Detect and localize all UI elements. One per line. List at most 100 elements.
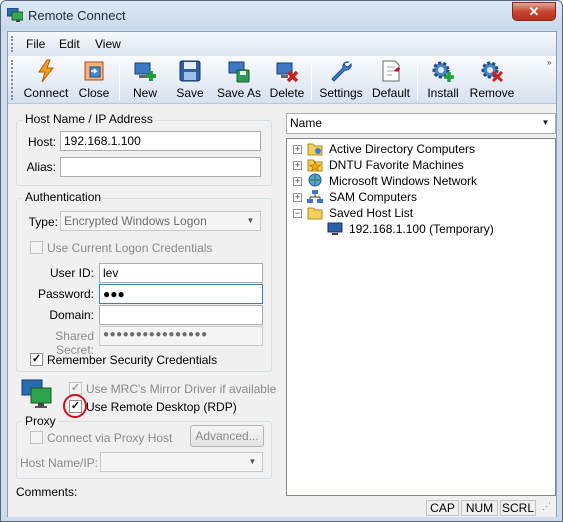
sort-value: Name bbox=[290, 116, 323, 130]
host-label: Host: bbox=[27, 135, 56, 149]
save-as-label: Save As bbox=[216, 86, 262, 100]
favorites-star-icon bbox=[307, 159, 323, 172]
toolbar-grip[interactable] bbox=[11, 60, 14, 100]
proxy-hostip-label: Host Name/IP: bbox=[19, 456, 98, 470]
remove-label: Remove bbox=[469, 86, 515, 100]
tree-item-label: 192.168.1.100 (Temporary) bbox=[349, 222, 494, 236]
proxy-hostip-select[interactable]: ▼ bbox=[100, 452, 263, 472]
new-button[interactable]: New bbox=[125, 59, 165, 103]
connect-via-proxy-checkbox[interactable] bbox=[30, 431, 43, 444]
menu-file[interactable]: File bbox=[26, 37, 45, 51]
auth-type-select[interactable]: Encrypted Windows Logon ▼ bbox=[60, 211, 261, 231]
close-button[interactable]: Close bbox=[74, 59, 114, 103]
alias-input[interactable] bbox=[60, 157, 261, 177]
status-bar: CAP NUM SCRL ⋰ bbox=[8, 498, 556, 517]
menu-bar: File Edit View bbox=[8, 32, 556, 56]
network-computers-icon bbox=[307, 190, 323, 203]
resize-grip-icon[interactable]: ⋰ bbox=[542, 502, 554, 516]
password-label: Password: bbox=[37, 287, 94, 301]
chevron-down-icon: ▼ bbox=[246, 216, 255, 225]
install-gear-icon bbox=[432, 61, 454, 82]
connect-via-proxy-label: Connect via Proxy Host bbox=[47, 431, 173, 445]
network-globe-icon bbox=[308, 173, 322, 187]
save-as-button[interactable]: Save As bbox=[214, 59, 264, 103]
toolbar-overflow-chevron[interactable]: » bbox=[547, 58, 556, 102]
expand-icon[interactable]: + bbox=[293, 177, 302, 186]
auth-group-title: Authentication bbox=[23, 190, 104, 204]
close-connection-icon bbox=[84, 61, 104, 81]
mirror-driver-label: Use MRC's Mirror Driver if available bbox=[86, 382, 277, 396]
userid-input[interactable]: lev bbox=[99, 263, 263, 283]
remember-credentials-label: Remember Security Credentials bbox=[47, 353, 218, 367]
delete-button[interactable]: Delete bbox=[266, 59, 308, 103]
floppy-disk-icon bbox=[179, 60, 201, 82]
expand-icon[interactable]: + bbox=[293, 193, 302, 202]
password-input[interactable]: ●●● bbox=[99, 284, 263, 304]
remote-connect-window: Remote Connect ✕ File Edit View Connect bbox=[0, 0, 563, 522]
shared-secret-input[interactable]: ●●●●●●●●●●●●●●●● bbox=[99, 326, 263, 346]
proxy-group-title: Proxy bbox=[23, 414, 58, 428]
window-close-button[interactable]: ✕ bbox=[512, 2, 556, 21]
toolbar-separator bbox=[119, 62, 120, 100]
type-label: Type: bbox=[28, 215, 58, 229]
connect-label: Connect bbox=[23, 86, 69, 100]
tree-item-label: DNTU Favorite Machines bbox=[329, 158, 464, 172]
rdp-highlight-circle bbox=[63, 394, 87, 418]
tree-item-label: Microsoft Windows Network bbox=[329, 174, 478, 188]
save-as-icon bbox=[228, 61, 250, 83]
new-computer-icon bbox=[134, 62, 156, 81]
wrench-icon bbox=[331, 61, 352, 82]
alias-label: Alias: bbox=[26, 160, 56, 174]
default-label: Default bbox=[371, 86, 411, 100]
toolbar-separator bbox=[417, 62, 418, 100]
install-label: Install bbox=[427, 86, 459, 100]
folder-icon bbox=[307, 143, 323, 156]
window-title: Remote Connect bbox=[28, 8, 126, 23]
menu-grip[interactable] bbox=[11, 36, 14, 52]
remove-gear-icon bbox=[481, 61, 504, 83]
sort-select[interactable]: Name ▼ bbox=[286, 113, 556, 134]
expand-icon[interactable]: + bbox=[293, 145, 302, 154]
title-bar[interactable]: Remote Connect ✕ bbox=[1, 1, 562, 31]
use-current-logon-checkbox[interactable] bbox=[30, 241, 43, 254]
save-button[interactable]: Save bbox=[170, 59, 210, 103]
domain-input[interactable] bbox=[99, 305, 263, 325]
default-button[interactable]: Default bbox=[368, 59, 414, 103]
save-label: Save bbox=[176, 86, 204, 100]
num-lock-indicator: NUM bbox=[461, 500, 498, 516]
host-group-title: Host Name / IP Address bbox=[23, 112, 155, 126]
settings-button[interactable]: Settings bbox=[316, 59, 366, 103]
expand-icon[interactable]: + bbox=[293, 161, 302, 170]
settings-label: Settings bbox=[319, 86, 363, 100]
default-document-icon bbox=[382, 60, 400, 82]
remember-credentials-checkbox[interactable]: ✓ bbox=[30, 353, 43, 366]
scroll-lock-indicator: SCRL bbox=[500, 500, 536, 516]
collapse-icon[interactable]: − bbox=[293, 209, 302, 218]
delete-computer-icon bbox=[276, 62, 299, 83]
connect-button[interactable]: Connect bbox=[20, 59, 72, 103]
use-current-logon-label: Use Current Logon Credentials bbox=[47, 241, 213, 255]
new-label: New bbox=[132, 86, 157, 100]
delete-label: Delete bbox=[269, 86, 305, 100]
folder-open-icon bbox=[307, 207, 323, 220]
menu-view[interactable]: View bbox=[95, 37, 121, 51]
monitor-app-icon bbox=[7, 8, 23, 22]
toolbar-separator bbox=[311, 62, 312, 100]
install-button[interactable]: Install bbox=[422, 59, 464, 103]
computer-icon bbox=[327, 222, 343, 235]
tree-item-label: SAM Computers bbox=[329, 190, 418, 204]
toolbar: Connect Close New Save Save As Delete Se… bbox=[8, 56, 556, 104]
tree-item-label: Active Directory Computers bbox=[329, 142, 476, 156]
remove-button[interactable]: Remove bbox=[467, 59, 517, 103]
host-input[interactable]: 192.168.1.100 bbox=[60, 131, 261, 151]
host-tree[interactable]: + Active Directory Computers + DNTU Favo… bbox=[286, 138, 556, 496]
advanced-button[interactable]: Advanced... bbox=[190, 425, 264, 447]
caps-lock-indicator: CAP bbox=[426, 500, 459, 516]
client-area: File Edit View Connect Close New Save Sa… bbox=[7, 31, 557, 517]
userid-label: User ID: bbox=[49, 266, 94, 280]
menu-edit[interactable]: Edit bbox=[59, 37, 80, 51]
comments-label: Comments: bbox=[16, 485, 78, 499]
close-label: Close bbox=[78, 86, 110, 100]
chevron-down-icon: ▼ bbox=[248, 457, 257, 466]
tree-item-label: Saved Host List bbox=[329, 206, 414, 220]
